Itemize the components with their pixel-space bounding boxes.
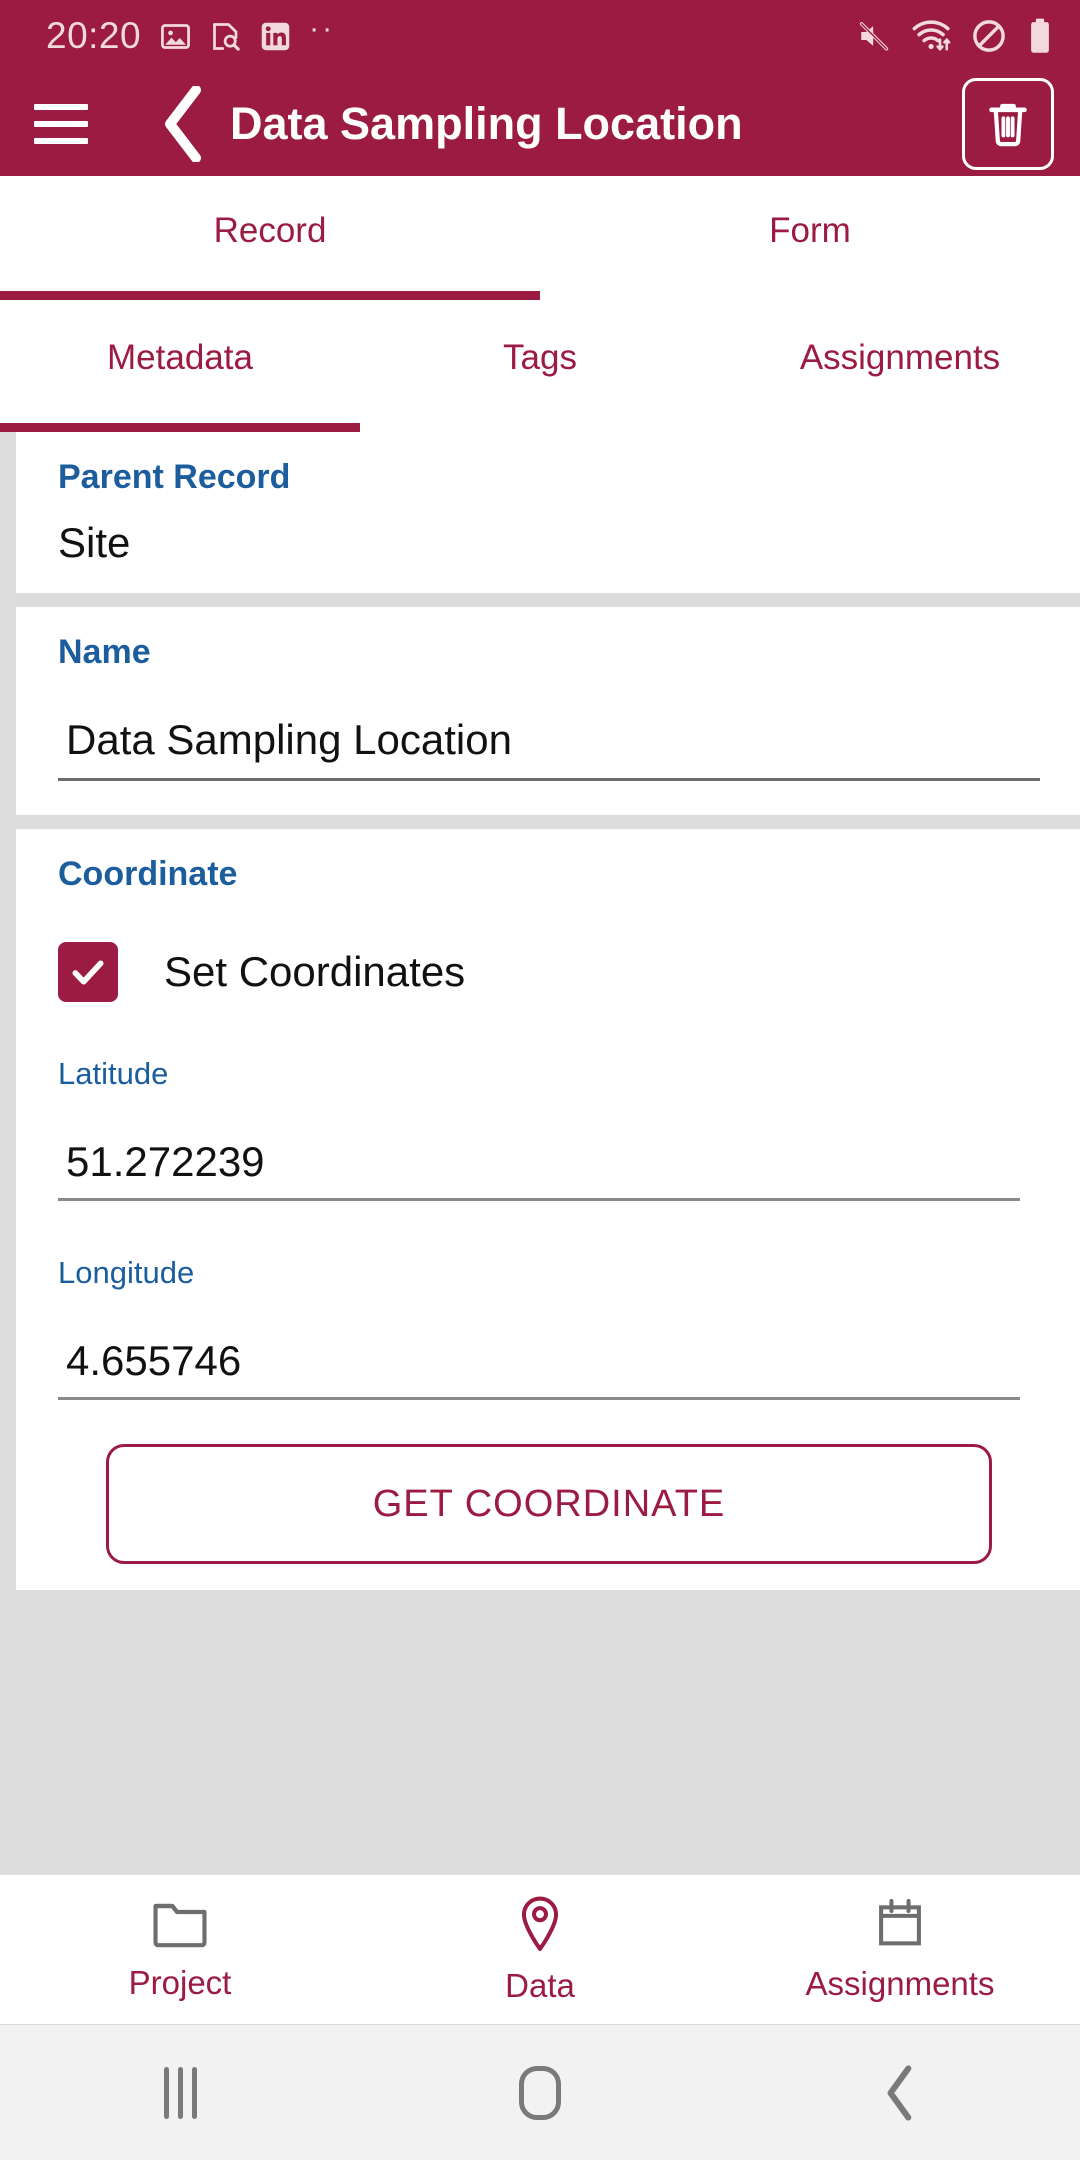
trash-icon (989, 103, 1027, 147)
latitude-input[interactable]: 51.272239 (58, 1138, 1021, 1201)
delete-record-button[interactable] (962, 78, 1054, 170)
secondary-tab-indicator (0, 423, 360, 432)
status-bar-right (855, 17, 1054, 55)
folder-icon (153, 1903, 207, 1947)
tab-form[interactable]: Form (540, 176, 1080, 300)
get-coordinate-wrap: GET COORDINATE (58, 1400, 1040, 1564)
primary-tab-indicator (0, 291, 540, 300)
back-chevron-icon[interactable] (162, 86, 206, 162)
status-bar: 20:20 ·· (0, 0, 1080, 72)
app-bar: Data Sampling Location (0, 72, 1080, 176)
hamburger-menu-icon[interactable] (34, 104, 88, 144)
recents-icon (163, 2066, 197, 2119)
set-coordinates-checkbox[interactable] (58, 942, 118, 1002)
home-icon (519, 2065, 561, 2120)
system-navigation-bar (0, 2024, 1080, 2160)
system-recents-button[interactable] (0, 2066, 360, 2119)
check-icon (72, 960, 104, 985)
bottom-nav-item-assignments[interactable]: Assignments (720, 1897, 1080, 2003)
name-input[interactable]: Data Sampling Location (58, 716, 1040, 781)
tab-metadata[interactable]: Metadata (0, 300, 360, 432)
status-notification-icons: ·· (159, 12, 336, 53)
gallery-icon (161, 23, 191, 49)
name-label: Name (58, 633, 151, 671)
status-clock: 20:20 (46, 15, 142, 56)
form-content: Parent Record Site Name Data Sampling Lo… (0, 432, 1080, 1874)
status-bar-left: 20:20 ·· (46, 12, 336, 57)
calendar-icon (879, 1898, 921, 1945)
bottom-nav-label-assignments: Assignments (805, 1964, 995, 2002)
bottom-navigation-bar: Project Data Assignments (0, 1874, 1080, 2024)
bottom-nav-item-project[interactable]: Project (0, 1898, 360, 2002)
set-coordinates-label: Set Coordinates (164, 948, 466, 995)
longitude-label: Longitude (58, 1255, 195, 1290)
battery-icon (1031, 18, 1049, 53)
phone-screen: 20:20 ·· Data Sampling Location Record F… (0, 0, 1080, 2160)
set-coordinates-row[interactable]: Set Coordinates (58, 942, 1040, 1002)
mute-icon (859, 22, 889, 51)
overflow-dots-icon: ·· (309, 12, 336, 45)
get-coordinate-button[interactable]: GET COORDINATE (106, 1444, 992, 1564)
system-home-button[interactable] (360, 2065, 720, 2120)
map-pin-icon (521, 1896, 559, 1951)
bottom-nav-item-data[interactable]: Data (360, 1895, 720, 2005)
document-search-icon (213, 22, 240, 51)
bottom-nav-label-project: Project (128, 1963, 232, 2001)
parent-record-label: Parent Record (58, 458, 291, 496)
longitude-input[interactable]: 4.655746 (58, 1337, 1021, 1400)
primary-tab-bar: Record Form (0, 176, 1080, 300)
coordinate-label: Coordinate (58, 855, 238, 893)
tab-tags[interactable]: Tags (360, 300, 720, 432)
latitude-label: Latitude (58, 1056, 169, 1091)
parent-record-value[interactable]: Site (58, 519, 1040, 567)
tab-record[interactable]: Record (0, 176, 540, 300)
secondary-tab-bar: Metadata Tags Assignments (0, 300, 1080, 432)
do-not-disturb-icon (973, 20, 1005, 52)
name-card: Name Data Sampling Location (16, 607, 1080, 815)
linkedin-icon (261, 22, 290, 50)
parent-record-card: Parent Record Site (16, 432, 1080, 593)
tab-assignments[interactable]: Assignments (720, 300, 1080, 432)
system-back-icon (887, 2064, 912, 2121)
page-title: Data Sampling Location (230, 98, 743, 149)
bottom-nav-label-data: Data (505, 1966, 575, 2004)
coordinate-card: Coordinate Set Coordinates Latitude 51.2… (16, 829, 1080, 1590)
wifi-icon (912, 20, 951, 51)
system-back-button[interactable] (720, 2064, 1080, 2122)
